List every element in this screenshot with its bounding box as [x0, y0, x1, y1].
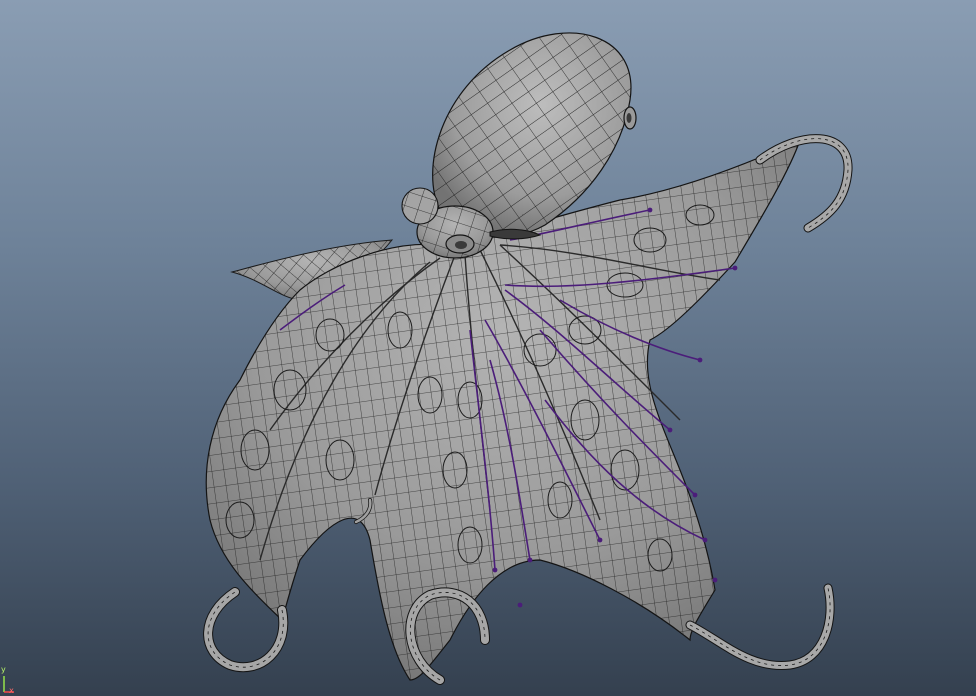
far-eye	[623, 106, 637, 130]
axis-y-label: y	[1, 665, 6, 674]
octopus-model[interactable]	[0, 0, 976, 696]
axis-gizmo: y x	[0, 666, 22, 696]
3d-viewport[interactable]: y x	[0, 0, 976, 696]
axis-x-label: x	[9, 686, 14, 695]
arm-tip-lower-right	[685, 583, 835, 671]
